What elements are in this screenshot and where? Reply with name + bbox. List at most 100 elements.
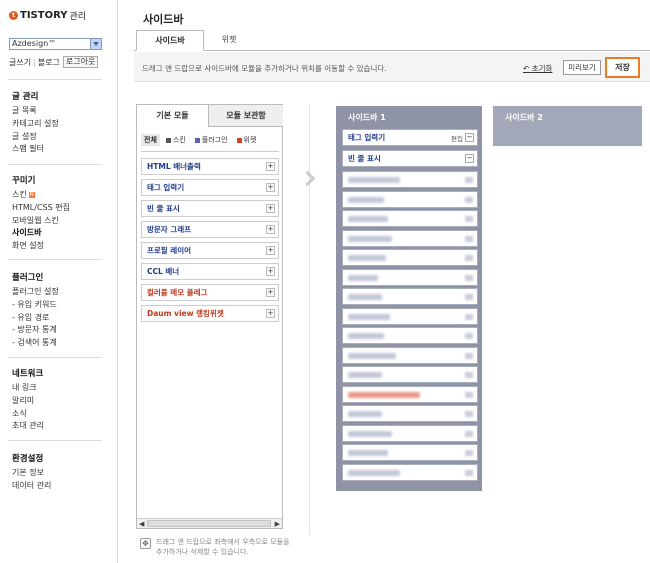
nav-item-visitor-stats[interactable]: - 방문자 통계 (12, 324, 59, 337)
nav-item-skin[interactable]: 스킨 N (12, 189, 70, 202)
module-item[interactable]: 빈 줄 표시 + (141, 200, 279, 217)
scroll-left-icon[interactable]: ◀ (139, 520, 144, 528)
module-item[interactable]: 방문자 그래프 + (141, 221, 279, 238)
blurred-remove-icon[interactable] (465, 391, 473, 398)
nav-item-inflow-keyword[interactable]: - 유입 키워드 (12, 299, 59, 312)
scroll-right-icon[interactable]: ▶ (275, 520, 280, 528)
blurred-remove-icon[interactable] (465, 333, 473, 339)
sidebar-slot[interactable]: 태그 입력기 편집 − (342, 129, 478, 146)
nav-item-search-stats[interactable]: - 검색어 통계 (12, 337, 59, 350)
add-icon[interactable]: + (266, 225, 275, 234)
tistory-logo[interactable]: t TISTORY 관리 (9, 9, 86, 22)
preview-button[interactable]: 미리보기 (563, 60, 601, 75)
nav-item-html-css[interactable]: HTML/CSS 편집 (12, 202, 70, 215)
nav-item-spam-filter[interactable]: 스팸 필터 (12, 143, 59, 156)
sidebar-slot[interactable] (342, 288, 478, 305)
module-item[interactable]: Daum view 랭킹위젯 + (141, 305, 279, 322)
divider (8, 164, 102, 165)
sidebar-slot[interactable] (342, 346, 478, 364)
sidebar-slot[interactable] (342, 463, 478, 481)
nav-item-post-list[interactable]: 글 목록 (12, 105, 59, 118)
sidebar-slot[interactable] (342, 210, 478, 227)
write-link[interactable]: 글쓰기 (9, 57, 31, 68)
sidebar-slot[interactable] (342, 405, 478, 422)
sidebar-slot[interactable] (342, 366, 478, 383)
filter-all[interactable]: 전체 (141, 134, 160, 146)
sidebar-slot[interactable] (342, 229, 478, 247)
save-button[interactable]: 저장 (605, 57, 640, 78)
sidebar-slot[interactable] (342, 385, 478, 403)
sidebar2-zone[interactable]: 사이드바 2 (493, 106, 642, 146)
blurred-remove-icon[interactable] (465, 352, 473, 359)
nav-item-plugin-settings[interactable]: 플러그인 설정 (12, 286, 59, 299)
nav-item-news[interactable]: 소식 (12, 408, 44, 421)
module-item[interactable]: CCL 배너 + (141, 263, 279, 280)
sidebar-slot[interactable] (342, 268, 478, 286)
add-icon[interactable]: + (266, 183, 275, 192)
chevron-down-icon[interactable] (90, 39, 101, 49)
add-icon[interactable]: + (266, 246, 275, 255)
description-text: 드래그 앤 드랍으로 사이드바에 모듈을 추가하거나 위치를 이동할 수 있습니… (142, 64, 387, 73)
remove-icon[interactable]: − (465, 133, 474, 142)
sidebar-slot[interactable] (342, 307, 478, 325)
nav-item-inflow-path[interactable]: - 유입 경로 (12, 312, 59, 325)
blurred-remove-icon[interactable] (465, 430, 473, 437)
module-item[interactable]: 컬러풀 메모 플레그 + (141, 284, 279, 301)
nav-item-basic-info[interactable]: 기본 정보 (12, 467, 51, 480)
blurred-remove-icon[interactable] (465, 411, 473, 417)
scrollbar-thumb[interactable] (147, 520, 271, 527)
sidebar-slot[interactable] (342, 190, 478, 208)
tab-module-storage[interactable]: 모듈 보관함 (209, 105, 283, 127)
sidebar-slot[interactable] (342, 249, 478, 266)
blurred-remove-icon[interactable] (465, 294, 473, 300)
add-icon[interactable]: + (266, 204, 275, 213)
nav-item-my-links[interactable]: 내 링크 (12, 382, 44, 395)
sidebar-slot[interactable] (342, 171, 478, 188)
nav-item-mobile-skin[interactable]: 모바일웹 스킨 (12, 215, 70, 228)
blurred-remove-icon[interactable] (465, 372, 473, 378)
add-icon[interactable]: + (266, 162, 275, 171)
add-icon[interactable]: + (266, 309, 275, 318)
nav-item-invite[interactable]: 초대 관리 (12, 420, 44, 433)
blurred-remove-icon[interactable] (465, 196, 473, 203)
module-item[interactable]: 프로필 레이어 + (141, 242, 279, 259)
sidebar-slot[interactable] (342, 444, 478, 461)
blurred-remove-icon[interactable] (465, 274, 473, 281)
edit-button[interactable]: 편집 (451, 133, 463, 143)
blurred-remove-icon[interactable] (465, 469, 473, 476)
blurred-remove-icon[interactable] (465, 450, 473, 456)
blog-select[interactable]: Azdesign™ (9, 38, 102, 50)
add-icon[interactable]: + (266, 267, 275, 276)
add-icon[interactable]: + (266, 288, 275, 297)
nav-item-post-settings[interactable]: 글 설정 (12, 131, 59, 144)
filter-plugin[interactable]: 플러그인 (192, 134, 231, 146)
sidebar1-zone[interactable]: 사이드바 1 태그 입력기 편집 − 빈 줄 표시 − (336, 106, 482, 491)
tab-widget[interactable]: 위젯 (204, 30, 254, 51)
nav-item-notifier[interactable]: 알리미 (12, 395, 44, 408)
sidebar-slot[interactable]: 빈 줄 표시 − (342, 150, 478, 167)
sidebar-slot[interactable] (342, 424, 478, 442)
blurred-remove-icon[interactable] (465, 313, 473, 320)
blurred-remove-icon[interactable] (465, 216, 473, 222)
filter-widget[interactable]: 위젯 (234, 134, 260, 146)
tab-sidebar[interactable]: 사이드바 (136, 30, 204, 51)
tab-basic-modules[interactable]: 기본 모듈 (137, 105, 209, 127)
nav-group-plugins: 플러그인 플러그인 설정 - 유입 키워드 - 유입 경로 - 방문자 통계 -… (12, 271, 59, 350)
blurred-remove-icon[interactable] (465, 255, 473, 261)
nav-item-screen-settings[interactable]: 화면 설정 (12, 240, 70, 253)
remove-icon[interactable]: − (465, 154, 474, 163)
nav-item-sidebar[interactable]: 사이드바 (12, 227, 70, 240)
horizontal-scrollbar[interactable]: ◀ ▶ (137, 518, 282, 528)
logout-button[interactable]: 로그아웃 (62, 56, 99, 68)
filter-skin[interactable]: 스킨 (163, 134, 189, 146)
nav-item-category[interactable]: 카테고리 설정 (12, 118, 59, 131)
blurred-remove-icon[interactable] (465, 235, 473, 242)
sidebar-slot[interactable] (342, 327, 478, 344)
module-item[interactable]: 태그 입력기 + (141, 179, 279, 196)
reset-link[interactable]: ↶ 초기화 (523, 63, 552, 74)
nav-item-data-management[interactable]: 데이터 관리 (12, 480, 51, 493)
module-panel: 기본 모듈 모듈 보관함 전체 스킨 플러그인 위젯 HTML 배너출력 + 태그… (136, 104, 283, 529)
module-item[interactable]: HTML 배너출력 + (141, 158, 279, 175)
blurred-remove-icon[interactable] (465, 177, 473, 183)
blog-link[interactable]: 블로그 (38, 57, 60, 68)
